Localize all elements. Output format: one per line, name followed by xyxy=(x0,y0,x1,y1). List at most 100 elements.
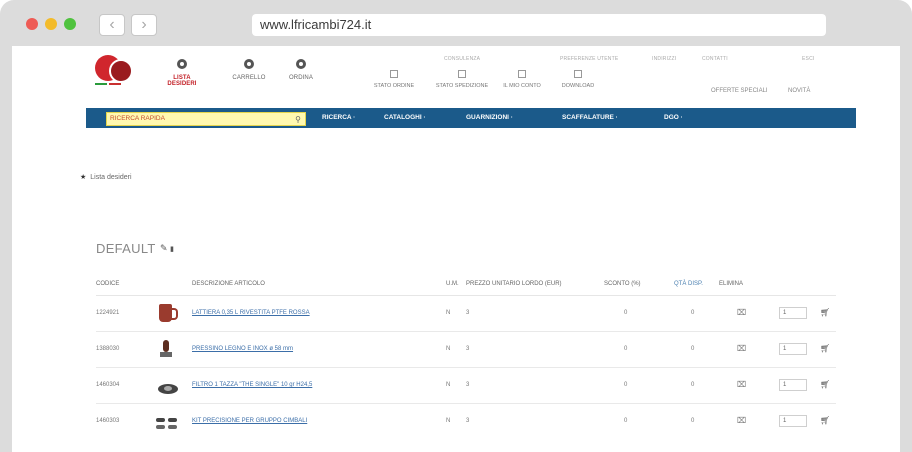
breadcrumb: ★ Lista desideri xyxy=(80,173,132,181)
offerte-speciali-link[interactable]: OFFERTE SPECIALI xyxy=(711,88,768,94)
trash-icon[interactable]: ▮ xyxy=(170,246,174,253)
cell-price: 3 xyxy=(466,310,470,316)
quantity-input[interactable]: 1 xyxy=(779,379,807,391)
order-status-icon xyxy=(390,70,398,78)
forward-button[interactable]: › xyxy=(131,14,157,36)
download-link[interactable]: DOWNLOAD xyxy=(548,70,608,89)
add-to-cart-icon[interactable]: 🛒︎ xyxy=(820,344,830,353)
cell-code: 1224921 xyxy=(96,310,120,316)
cell-sconto: 0 xyxy=(624,382,628,388)
cell-um: N xyxy=(446,346,451,352)
table-row: 1460303 KIT PRECISIONE PER GRUPPO CIMBAL… xyxy=(96,404,836,440)
quick-search-input[interactable]: RICERCA RAPIDA ⚲ xyxy=(106,112,306,126)
wishlist-link[interactable]: LISTA DESIDERI xyxy=(160,59,204,87)
status-spedizione-link[interactable]: STATO SPEDIZIONE xyxy=(432,70,492,89)
cell-price: 3 xyxy=(466,382,470,388)
product-link[interactable]: KIT PRECISIONE PER GRUPPO CIMBALI xyxy=(192,418,307,424)
breadcrumb-label: Lista desideri xyxy=(90,174,132,181)
top-link-indirizzi[interactable]: INDIRIZZI xyxy=(652,56,676,62)
trash-icon[interactable]: ⌧ xyxy=(737,344,746,353)
cell-code: 1460304 xyxy=(96,382,120,388)
browser-toolbar: ‹ › www.lfricambi724.it xyxy=(0,0,912,46)
window-frame-left xyxy=(0,46,12,452)
wishlist-label: LISTA DESIDERI xyxy=(167,75,197,87)
order-label: ORDINA xyxy=(289,75,313,81)
cell-sconto: 0 xyxy=(624,346,628,352)
product-image[interactable] xyxy=(154,410,180,434)
back-button[interactable]: ‹ xyxy=(99,14,125,36)
cell-um: N xyxy=(446,418,451,424)
cell-qta-disp: 0 xyxy=(691,418,695,424)
top-link-consulenza[interactable]: CONSULENZA xyxy=(444,56,480,62)
col-header-sconto: SCONTO (%) xyxy=(604,281,641,287)
table-row: 1224921 LATTIERA 0,35 L RIVESTITA PTFE R… xyxy=(96,296,836,332)
product-image[interactable] xyxy=(154,338,180,362)
status-ordine-label: STATO ORDINE xyxy=(373,83,415,89)
quantity-input[interactable]: 1 xyxy=(779,343,807,355)
quantity-input[interactable]: 1 xyxy=(779,307,807,319)
web-page: LISTA DESIDERI CARRELLO ORDINA CONSULENZ… xyxy=(12,46,900,452)
trash-icon[interactable]: ⌧ xyxy=(737,380,746,389)
add-to-cart-icon[interactable]: 🛒︎ xyxy=(820,380,830,389)
order-link[interactable]: ORDINA xyxy=(279,59,323,81)
main-navbar: RICERCA RAPIDA ⚲ RICERCA · CATALOGHI · G… xyxy=(86,108,856,128)
browser-window: ‹ › www.lfricambi724.it LISTA DESIDERI C… xyxy=(0,0,912,452)
top-link-contatti[interactable]: CONTATTI xyxy=(702,56,728,62)
table-row: 1388030 PRESSINO LEGNO E INOX ø 58 mm N … xyxy=(96,332,836,368)
add-to-cart-icon[interactable]: 🛒︎ xyxy=(820,308,830,317)
top-link-esci[interactable]: ESCI xyxy=(802,56,814,62)
product-image[interactable] xyxy=(154,302,180,326)
account-icon xyxy=(518,70,526,78)
col-header-descrizione: DESCRIZIONE ARTICOLO xyxy=(192,281,265,287)
cell-um: N xyxy=(446,382,451,388)
account-link[interactable]: IL MIO CONTO xyxy=(492,70,552,89)
close-window-icon[interactable] xyxy=(26,18,38,30)
col-header-prezzo: PREZZO UNITARIO LORDO (EUR) xyxy=(466,281,562,287)
nav-dgo[interactable]: DGO · xyxy=(664,114,683,121)
col-header-um: U.M. xyxy=(446,281,459,287)
cell-um: N xyxy=(446,310,451,316)
search-icon[interactable]: ⚲ xyxy=(295,114,301,126)
nav-ricerca[interactable]: RICERCA · xyxy=(322,114,355,121)
wishlist-group-title: DEFAULT xyxy=(96,241,156,256)
nav-cataloghi[interactable]: CATALOGHI · xyxy=(384,114,426,121)
cart-link[interactable]: CARRELLO xyxy=(227,59,271,81)
cart-icon xyxy=(244,59,254,69)
trash-icon[interactable]: ⌧ xyxy=(737,416,746,425)
order-icon xyxy=(296,59,306,69)
maximize-window-icon[interactable] xyxy=(64,18,76,30)
download-label: DOWNLOAD xyxy=(561,83,595,89)
col-header-qta[interactable]: QTÀ DISP. xyxy=(674,281,703,287)
cell-price: 3 xyxy=(466,346,470,352)
status-ordine-link[interactable]: STATO ORDINE xyxy=(364,70,424,89)
trash-icon[interactable]: ⌧ xyxy=(737,308,746,317)
site-logo[interactable] xyxy=(89,53,137,87)
product-link[interactable]: FILTRO 1 TAZZA "THE SINGLE" 10 gr H24,5 xyxy=(192,382,312,388)
table-row: 1460304 FILTRO 1 TAZZA "THE SINGLE" 10 g… xyxy=(96,368,836,404)
cell-qta-disp: 0 xyxy=(691,382,695,388)
truck-icon xyxy=(458,70,466,78)
group-tools: ✎ ▮ xyxy=(160,243,174,254)
account-label: IL MIO CONTO xyxy=(503,83,541,89)
star-icon: ★ xyxy=(80,174,87,181)
quick-search-placeholder: RICERCA RAPIDA xyxy=(110,115,165,122)
cell-qta-disp: 0 xyxy=(691,346,695,352)
nav-scaffalature[interactable]: SCAFFALATURE · xyxy=(562,114,618,121)
nav-guarnizioni[interactable]: GUARNIZIONI · xyxy=(466,114,513,121)
download-icon xyxy=(574,70,582,78)
cell-sconto: 0 xyxy=(624,310,628,316)
quantity-input[interactable]: 1 xyxy=(779,415,807,427)
product-link[interactable]: LATTIERA 0,35 L RIVESTITA PTFE ROSSA xyxy=(192,310,310,316)
novita-link[interactable]: NOVITÀ xyxy=(788,88,810,94)
top-link-preferenze[interactable]: PREFERENZE UTENTE xyxy=(560,56,618,62)
product-link[interactable]: PRESSINO LEGNO E INOX ø 58 mm xyxy=(192,346,293,352)
address-bar[interactable]: www.lfricambi724.it xyxy=(252,14,826,36)
status-spedizione-label: STATO SPEDIZIONE xyxy=(435,83,489,89)
product-image[interactable] xyxy=(154,374,180,398)
add-to-cart-icon[interactable]: 🛒︎ xyxy=(820,416,830,425)
minimize-window-icon[interactable] xyxy=(45,18,57,30)
col-header-codice: CODICE xyxy=(96,281,120,287)
cell-qta-disp: 0 xyxy=(691,310,695,316)
col-header-elimina: ELIMINA xyxy=(719,281,744,287)
edit-icon[interactable]: ✎ xyxy=(160,243,168,253)
